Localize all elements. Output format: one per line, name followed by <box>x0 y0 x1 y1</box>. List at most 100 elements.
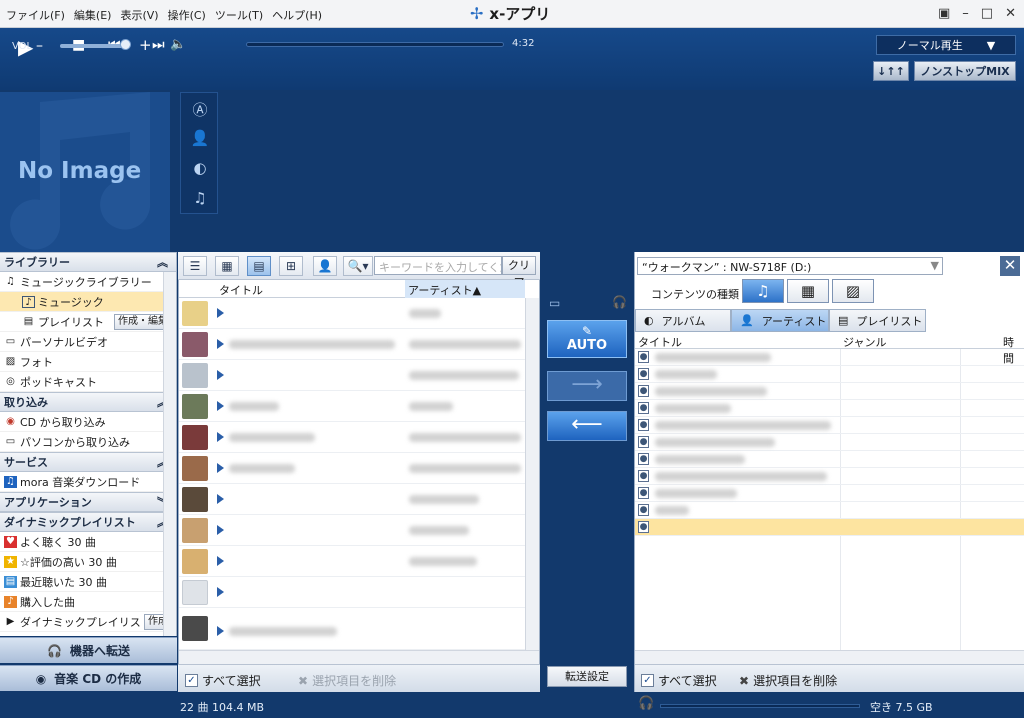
service-section-header[interactable]: サービス︽ <box>0 452 176 472</box>
list-item[interactable]: ● <box>635 349 1024 366</box>
device-delete-selected-button[interactable]: ✖ 選択項目を削除 <box>739 672 837 689</box>
left-nav-scrollbar[interactable] <box>163 272 176 636</box>
delete-selected-button[interactable]: ✖ 選択項目を削除 <box>298 672 396 689</box>
tab-artist[interactable]: 👤 アーティスト <box>731 309 829 332</box>
list-view-icon[interactable]: ☰ <box>183 256 207 276</box>
menu-tools[interactable]: ツール(T) <box>215 7 263 23</box>
select-all-button[interactable]: ✓ すべて選択 <box>185 672 261 689</box>
speaker-icon[interactable]: 🔈 <box>170 37 186 52</box>
list-item[interactable]: ● <box>635 383 1024 400</box>
list-item[interactable]: ● <box>635 468 1024 485</box>
nonstop-mix-button[interactable]: ノンストップMIX <box>914 61 1016 81</box>
transfer-settings-button[interactable]: 転送設定 <box>547 666 627 687</box>
genre-view-icon[interactable]: ♫ <box>190 189 210 209</box>
dynamic-playlist-section-header[interactable]: ダイナミックプレイリスト︽ <box>0 512 176 532</box>
list-vertical-scrollbar[interactable] <box>525 298 539 650</box>
nav-photo[interactable]: ▨ フォト <box>0 352 176 372</box>
play-mode-select[interactable]: ノーマル再生 ▼ <box>876 35 1016 55</box>
search-input[interactable]: キーワードを入力してくだ <box>374 256 502 275</box>
table-row[interactable] <box>179 360 525 391</box>
close-device-panel-icon[interactable]: ✕ <box>1000 256 1020 276</box>
tab-album[interactable]: ◐ アルバム <box>635 309 731 332</box>
table-row[interactable] <box>179 515 525 546</box>
nav-dyn-rated[interactable]: ★ ☆評価の高い 30 曲 <box>0 552 176 572</box>
grid-large-view-icon[interactable]: ⊞ <box>279 256 303 276</box>
nav-dyn-purchased[interactable]: ♪ 購入した曲 <box>0 592 176 612</box>
list-horizontal-scrollbar[interactable] <box>179 650 539 664</box>
volume-knob[interactable] <box>120 39 131 50</box>
video-type-icon[interactable]: ▦ <box>787 279 829 303</box>
play-icon[interactable] <box>217 370 224 380</box>
volume-down-icon[interactable]: – <box>36 38 43 54</box>
device-horizontal-scrollbar[interactable] <box>635 650 1024 664</box>
nav-personal-video[interactable]: ▭ パーソナルビデオ <box>0 332 176 352</box>
artist-view-icon[interactable]: 👤 <box>190 129 210 149</box>
equalizer-button[interactable]: ↓↑↑ <box>873 61 909 81</box>
nav-dyn-often[interactable]: ♥ よく聴く 30 曲 <box>0 532 176 552</box>
clear-search-button[interactable]: クリア <box>502 256 536 289</box>
play-icon[interactable] <box>217 339 224 349</box>
menu-view[interactable]: 表示(V) <box>120 7 158 23</box>
nav-podcast[interactable]: ◎ ポッドキャスト <box>0 372 176 392</box>
minimize-icon[interactable]: – <box>962 6 969 21</box>
collapse-icon[interactable]: ︽ <box>157 254 168 270</box>
list-item[interactable]: ● <box>635 519 1024 536</box>
transfer-to-device-button[interactable]: 🎧 機器へ転送 <box>0 637 177 663</box>
column-artist[interactable]: アーティスト▲ <box>405 280 525 298</box>
nav-cd-import[interactable]: ◉ CD から取り込み <box>0 412 176 432</box>
device-select-all-button[interactable]: ✓ すべて選択 <box>641 672 717 689</box>
transfer-to-pc-arrow-button[interactable]: ⟵ <box>547 411 627 441</box>
import-section-header[interactable]: 取り込み︽ <box>0 392 176 412</box>
album-view-icon[interactable]: Ⓐ <box>190 99 210 119</box>
maximize-icon[interactable]: □ <box>981 6 993 21</box>
menu-help[interactable]: ヘルプ(H) <box>272 7 322 23</box>
menu-file[interactable]: ファイル(F) <box>6 7 65 23</box>
list-item[interactable]: ● <box>635 502 1024 519</box>
nav-music[interactable]: ♪ ミュージック <box>0 292 176 312</box>
close-icon[interactable]: ✕ <box>1005 6 1016 21</box>
table-row[interactable] <box>179 577 525 608</box>
play-icon[interactable] <box>217 463 224 473</box>
table-row[interactable] <box>179 484 525 515</box>
mini-mode-icon[interactable]: ▣ <box>938 6 950 21</box>
list-item[interactable]: ● <box>635 451 1024 468</box>
tab-playlist[interactable]: ▤ プレイリスト <box>829 309 926 332</box>
play-icon[interactable] <box>217 401 224 411</box>
table-row[interactable] <box>179 453 525 484</box>
menu-edit[interactable]: 編集(E) <box>74 7 112 23</box>
play-icon[interactable] <box>217 587 224 597</box>
play-icon[interactable] <box>217 432 224 442</box>
menu-control[interactable]: 操作(C) <box>168 7 206 23</box>
nav-dyn-playlist[interactable]: ▶ ダイナミックプレイリスト 作成 <box>0 612 176 632</box>
create-cd-button[interactable]: ◉ 音楽 CD の作成 <box>0 665 177 691</box>
volume-slider[interactable] <box>60 44 128 48</box>
grid-small-view-icon[interactable]: ▦ <box>215 256 239 276</box>
nav-music-library[interactable]: ♫ ミュージックライブラリー <box>0 272 176 292</box>
list-item[interactable]: ● <box>635 485 1024 502</box>
detail-view-icon[interactable]: ▤ <box>247 256 271 276</box>
table-row[interactable] <box>179 329 525 360</box>
table-row[interactable] <box>179 391 525 422</box>
list-item[interactable]: ● <box>635 417 1024 434</box>
list-item[interactable]: ● <box>635 434 1024 451</box>
play-icon[interactable] <box>217 525 224 535</box>
column-genre[interactable]: ジャンル <box>843 334 886 350</box>
next-icon[interactable]: ⏭ <box>152 37 165 53</box>
music-type-icon[interactable]: ♫ <box>742 279 784 303</box>
nav-pc-import[interactable]: ▭ パソコンから取り込み <box>0 432 176 452</box>
search-icon[interactable]: 🔍▾ <box>343 256 373 276</box>
play-icon[interactable] <box>217 626 224 636</box>
table-row[interactable] <box>179 608 525 650</box>
application-section-header[interactable]: アプリケーション︾ <box>0 492 176 512</box>
artist-info-icon[interactable]: 👤 <box>313 256 337 276</box>
volume-up-icon[interactable]: + <box>139 36 152 54</box>
auto-transfer-button[interactable]: ✎ AUTO <box>547 320 627 358</box>
play-icon[interactable] <box>217 308 224 318</box>
nav-mora[interactable]: ♫ mora 音楽ダウンロード <box>0 472 176 492</box>
disc-view-icon[interactable]: ◐ <box>190 159 210 179</box>
column-title[interactable]: タイトル <box>219 282 263 298</box>
photo-type-icon[interactable]: ▨ <box>832 279 874 303</box>
device-select[interactable]: “ウォークマン” : NW-S718F (D:) ▼ <box>637 257 943 275</box>
table-row[interactable] <box>179 298 525 329</box>
list-item[interactable]: ● <box>635 400 1024 417</box>
